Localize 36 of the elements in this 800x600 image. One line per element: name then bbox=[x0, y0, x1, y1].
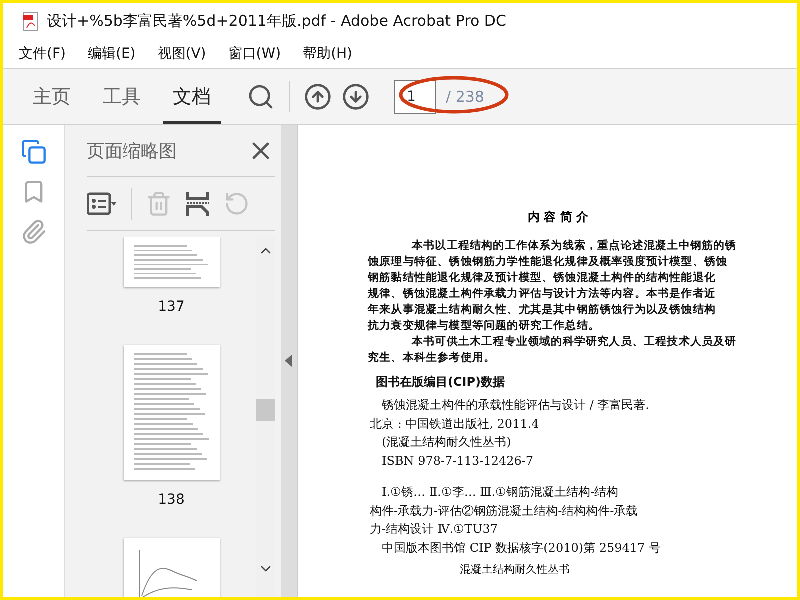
page-count: / 238 bbox=[445, 88, 486, 106]
menu-item[interactable]: 帮助(H) bbox=[303, 45, 353, 63]
section-heading: 内 容 简 介 bbox=[528, 209, 590, 226]
pages-icon bbox=[20, 139, 46, 165]
cip-heading: 图书在版编目(CIP)数据 bbox=[376, 374, 506, 390]
next-page-icon[interactable] bbox=[342, 82, 370, 110]
trash-icon bbox=[146, 190, 172, 216]
scrollbar-thumb[interactable] bbox=[256, 399, 275, 421]
rotate-icon bbox=[224, 190, 250, 216]
page-number-label: 137 bbox=[158, 299, 185, 315]
menu-item[interactable]: 视图(V) bbox=[158, 45, 206, 63]
page-thumbnail[interactable] bbox=[124, 237, 220, 287]
previous-page-icon[interactable] bbox=[304, 82, 332, 110]
cip-entry: 中国版本图书馆 CIP 数据核字(2010)第 259417 号 bbox=[381, 540, 662, 556]
menu-item[interactable]: 编辑(E) bbox=[88, 45, 136, 63]
toolbar-tab[interactable]: 主页 bbox=[23, 69, 81, 124]
search-icon[interactable] bbox=[247, 82, 275, 110]
menu-item[interactable]: 窗口(W) bbox=[228, 45, 282, 63]
cip-entry: Ⅰ.①锈… Ⅱ.①李… Ⅲ.①钢筋混凝土结构-结构 构件-承载力-评估②钢筋混凝土结构-结构构件-承载 力-结构设计 Ⅳ.①TU37 bbox=[369, 484, 640, 538]
list-options-icon bbox=[87, 192, 117, 216]
page-number-label: 138 bbox=[158, 492, 185, 508]
collapse-arrow-icon[interactable] bbox=[285, 355, 293, 367]
page-thumbnail[interactable] bbox=[124, 345, 220, 480]
toolbar-tab[interactable]: 工具 bbox=[93, 69, 151, 124]
window-title: 设计+%5b李富民著%5d+2011年版.pdf - Adobe Acrobat Pro DC bbox=[47, 12, 506, 31]
pdf-file-icon bbox=[23, 12, 39, 32]
menu-item[interactable]: 文件(F) bbox=[19, 45, 66, 63]
paperclip-icon bbox=[20, 219, 46, 245]
series-title: 混凝土结构耐久性丛书 bbox=[460, 563, 571, 577]
cip-entry: 锈蚀混凝土构件的承载性能评估与设计 / 李富民著. 北京 : 中国铁道出版社, 2011.4 bbox=[369, 397, 650, 432]
paragraph: 本书以工程结构的工作体系为线索，重点论述混凝土中钢筋的锈 蚀原理与特征、锈蚀钢筋力学性能退化规律及概率强度预计模型、锈蚀 钢筋黏结性能退化规律及预计模型、锈蚀混凝土构件的结构性能退化 规律、锈蚀混凝土构件承载力评估与设计方法等内容。本书是作者近 年来从事混凝土结构耐久性、尤其是其中钢筋锈蚀行为以及锈蚀结构 抗力衰变规律与模型等问题的研究工作总结。 bbox=[368, 238, 738, 334]
cip-entry: ISBN 978-7-113-12426-7 bbox=[381, 452, 535, 470]
insert-page-icon bbox=[186, 190, 210, 218]
panel-title: 页面缩略图 bbox=[87, 140, 177, 162]
paragraph: 本书可供土木工程专业领域的科学研究人员、工程技术人员及研 究生、本科生参考使用。 bbox=[368, 334, 738, 366]
cip-entry: (混凝土结构耐久性丛书) bbox=[381, 434, 512, 451]
